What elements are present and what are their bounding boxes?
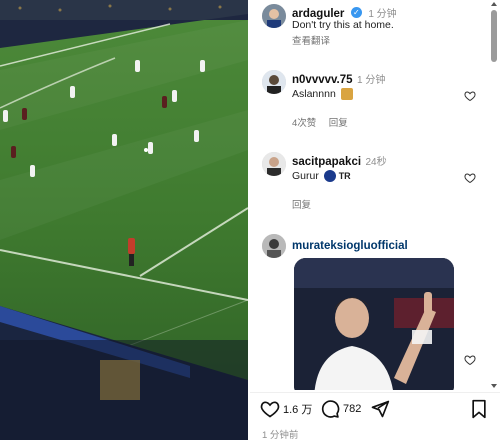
pitch-image bbox=[0, 0, 248, 440]
comment-username[interactable]: murateksioglu bbox=[292, 240, 371, 252]
comment-image[interactable] bbox=[294, 258, 454, 390]
author-avatar[interactable] bbox=[262, 4, 286, 28]
reply-button[interactable]: 回复 bbox=[292, 200, 311, 211]
scrollbar[interactable] bbox=[490, 2, 498, 388]
post-caption: Don't try this at home. bbox=[292, 19, 394, 31]
comments-scroll-area[interactable]: ardaguler ✓ 1 分钟 Don't try this at home.… bbox=[250, 0, 486, 390]
heart-icon[interactable] bbox=[260, 399, 280, 419]
comment-like-heart-icon[interactable] bbox=[464, 354, 476, 366]
country-code-label: TR bbox=[338, 171, 351, 181]
comment-username-suffix[interactable]: official bbox=[371, 240, 408, 252]
likes-count: 1.6 万 bbox=[283, 404, 313, 416]
comment-like-heart-icon[interactable] bbox=[464, 172, 476, 184]
share-paper-plane-icon[interactable] bbox=[370, 399, 390, 419]
reply-button[interactable]: 回复 bbox=[329, 118, 348, 129]
comment-avatar[interactable] bbox=[262, 152, 286, 176]
scroll-down-arrow-icon[interactable] bbox=[491, 384, 497, 388]
comment-text: Aslannnn bbox=[292, 88, 336, 100]
scrollbar-thumb[interactable] bbox=[491, 10, 497, 62]
comment-time: 24秒 bbox=[365, 157, 387, 168]
comments-panel: ardaguler ✓ 1 分钟 Don't try this at home.… bbox=[250, 0, 500, 440]
scroll-up-arrow-icon[interactable] bbox=[491, 2, 497, 6]
post-timestamp: 1 分钟前 bbox=[262, 430, 299, 440]
like-action[interactable]: 1.6 万 bbox=[260, 399, 312, 419]
comments-count: 782 bbox=[343, 403, 362, 415]
comment-like-heart-icon[interactable] bbox=[464, 90, 476, 102]
comment-avatar[interactable] bbox=[262, 234, 286, 258]
team-badge-icon bbox=[323, 170, 336, 183]
comment-bubble-icon[interactable] bbox=[320, 399, 340, 419]
lion-face-icon bbox=[340, 88, 353, 101]
share-action[interactable] bbox=[370, 399, 390, 419]
save-action[interactable] bbox=[470, 399, 488, 419]
comment-time: 1 分钟 bbox=[357, 75, 386, 86]
comment-avatar[interactable] bbox=[262, 70, 286, 94]
comment-username[interactable]: sacitpapakci bbox=[292, 156, 361, 168]
post-media[interactable] bbox=[0, 0, 248, 440]
bookmark-icon[interactable] bbox=[470, 399, 488, 419]
post-action-bar: 1.6 万 782 1 分钟前 bbox=[250, 392, 500, 440]
see-translation-link[interactable]: 查看翻译 bbox=[292, 33, 330, 47]
comment-action[interactable]: 782 bbox=[320, 399, 361, 419]
comment-text: Gurur bbox=[292, 170, 319, 182]
comment-username[interactable]: n0vvvvv.75 bbox=[292, 74, 353, 86]
verified-icon: ✓ bbox=[350, 7, 362, 19]
comment-likes-count[interactable]: 4次赞 bbox=[292, 118, 316, 129]
